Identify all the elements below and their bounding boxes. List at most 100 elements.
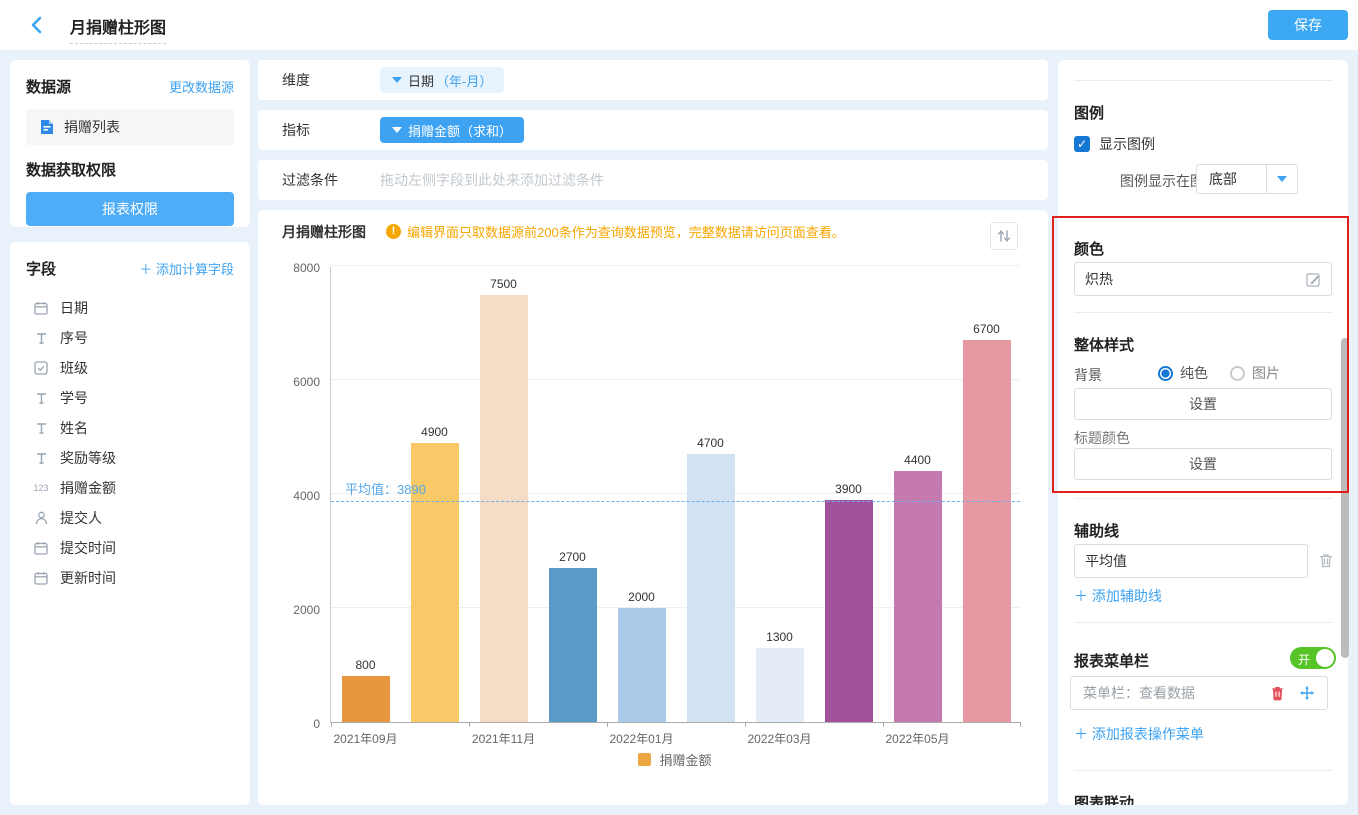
bar[interactable] (617, 608, 666, 722)
person-icon (32, 510, 50, 526)
report-menu-item-label: 菜单栏：查看数据 (1083, 685, 1195, 701)
number-icon: 123 (33, 483, 49, 493)
chevron-down-icon[interactable] (1267, 165, 1297, 193)
x-tick-label: 2021年09月 (333, 732, 398, 746)
field-item[interactable]: 提交人 (26, 503, 234, 533)
x-tick-label: 2022年03月 (747, 732, 812, 746)
bar[interactable] (755, 647, 804, 722)
bar[interactable] (824, 499, 873, 722)
field-item-label: 日期 (60, 300, 88, 316)
field-item[interactable]: 序号 (26, 323, 234, 353)
chart-linkage-heading: 图表联动 (1074, 795, 1135, 805)
filter-row[interactable]: 过滤条件 拖动左侧字段到此处来添加过滤条件 (258, 160, 1048, 200)
metric-chip[interactable]: 捐赠金额（求和） (380, 117, 525, 143)
fields-panel: 字段 ＋ 添加计算字段 日期序号 班级 学号 姓名 奖励等级 123 捐赠金额提交人 提交时间… (10, 242, 250, 805)
dimension-chip-suffix: （年-月） (436, 73, 493, 89)
y-tick-label: 4000 (293, 489, 320, 503)
text-icon (32, 420, 50, 436)
field-item-label: 捐赠金额 (60, 480, 116, 496)
change-datasource-link[interactable]: 更改数据源 (169, 77, 234, 96)
calendar-icon (32, 300, 50, 316)
trash-icon[interactable] (1318, 552, 1334, 569)
datasource-item-label: 捐赠列表 (64, 119, 120, 135)
add-aux-line-link[interactable]: ＋ 添加辅助线 (1074, 586, 1162, 606)
settings-panel: 图例 ✓ 显示图例 图例显示在图表 底部 颜色 炽热 整体样式 背景 纯色 图片… (1058, 60, 1348, 805)
legend-swatch (638, 753, 652, 766)
dimension-row: 维度 日期 （年-月） (258, 60, 1048, 100)
title-color-label: 标题颜色 (1074, 430, 1130, 446)
bar[interactable] (893, 471, 942, 722)
bar-value-label: 3900 (835, 481, 862, 496)
permission-heading: 数据获取权限 (26, 162, 117, 179)
divider (1074, 80, 1332, 81)
page-title: 月捐赠柱形图 (70, 14, 167, 44)
checkbox-checked-icon[interactable]: ✓ (1074, 136, 1090, 152)
calendar-icon (32, 540, 50, 556)
field-item[interactable]: 奖励等级 (26, 443, 234, 473)
field-item[interactable]: 日期 (26, 293, 234, 323)
average-line-label: 平均值：3890 (345, 482, 426, 498)
edit-icon[interactable] (1306, 272, 1321, 287)
bar-value-label: 2700 (559, 550, 586, 565)
field-item[interactable]: 123 捐赠金额 (26, 473, 234, 503)
sort-icon[interactable] (990, 222, 1018, 250)
save-button[interactable]: 保存 (1268, 10, 1348, 40)
radio-image-option[interactable]: 图片 (1230, 363, 1280, 383)
x-tick (883, 722, 884, 727)
bar[interactable] (962, 340, 1011, 722)
field-item[interactable]: 提交时间 (26, 533, 234, 563)
report-permission-button[interactable]: 报表权限 (26, 192, 234, 226)
move-icon[interactable] (1299, 685, 1315, 701)
bar[interactable] (341, 676, 390, 722)
field-item[interactable]: 学号 (26, 383, 234, 413)
dimension-chip[interactable]: 日期 （年-月） (380, 67, 505, 93)
bar[interactable] (548, 568, 597, 722)
y-tick-label: 6000 (293, 375, 320, 389)
field-item[interactable]: 更新时间 (26, 563, 234, 593)
top-bar: 月捐赠柱形图 保存 (0, 0, 1358, 50)
legend-position-select[interactable]: 底部 (1196, 164, 1298, 194)
bar[interactable] (686, 454, 735, 722)
fields-heading: 字段 (26, 261, 57, 278)
radio-solid-option[interactable]: 纯色 (1158, 363, 1208, 383)
chevron-down-icon (392, 127, 402, 133)
y-tick-label: 8000 (293, 261, 320, 275)
add-report-menu-link[interactable]: ＋ 添加报表操作菜单 (1074, 724, 1204, 744)
plus-icon: ＋ (139, 262, 156, 277)
chart-panel: 月捐赠柱形图 ! 编辑界面只取数据源前200条作为查询数据预览，完整数据请访问页… (258, 210, 1048, 805)
back-icon[interactable] (26, 14, 48, 36)
chart-legend[interactable]: 捐赠金额 (330, 750, 1020, 769)
color-theme-input[interactable]: 炽热 (1074, 262, 1332, 296)
field-item[interactable]: 姓名 (26, 413, 234, 443)
report-menu-toggle[interactable]: 开 (1290, 647, 1336, 669)
field-list: 日期序号 班级 学号 姓名 奖励等级 123 捐赠金额提交人 提交时间 更新时间 (26, 293, 234, 593)
metric-row: 指标 捐赠金额（求和） (258, 110, 1048, 150)
bar-value-label: 4900 (421, 424, 448, 439)
delete-icon[interactable] (1270, 685, 1285, 701)
color-theme-value: 炽热 (1085, 271, 1113, 287)
radio-selected-icon[interactable] (1158, 365, 1173, 381)
dimension-chip-main: 日期 (408, 73, 435, 89)
report-menu-heading: 报表菜单栏 (1074, 653, 1150, 670)
overall-style-heading: 整体样式 (1074, 337, 1135, 354)
field-item[interactable]: 班级 (26, 353, 234, 383)
datasource-item[interactable]: 捐赠列表 (26, 109, 234, 145)
radio-unselected-icon[interactable] (1230, 365, 1245, 381)
divider (1074, 312, 1332, 313)
radio-image-label: 图片 (1252, 365, 1280, 381)
show-legend-row[interactable]: ✓ 显示图例 (1074, 134, 1155, 154)
chart-title: 月捐赠柱形图 (282, 224, 366, 240)
report-menu-item[interactable]: 菜单栏：查看数据 (1070, 676, 1328, 710)
background-set-button[interactable]: 设置 (1074, 388, 1332, 420)
average-reference-line (331, 501, 1020, 503)
filter-label: 过滤条件 (282, 172, 338, 188)
title-color-set-button[interactable]: 设置 (1074, 448, 1332, 480)
bar[interactable] (479, 294, 528, 722)
legend-heading: 图例 (1074, 105, 1105, 122)
text-icon (32, 450, 50, 466)
scrollbar-thumb[interactable] (1341, 338, 1349, 658)
bar-value-label: 2000 (628, 590, 655, 604)
dimension-label: 维度 (282, 72, 310, 88)
aux-line-input[interactable]: 平均值 (1074, 544, 1308, 578)
add-calc-field-link[interactable]: ＋ 添加计算字段 (139, 259, 234, 278)
